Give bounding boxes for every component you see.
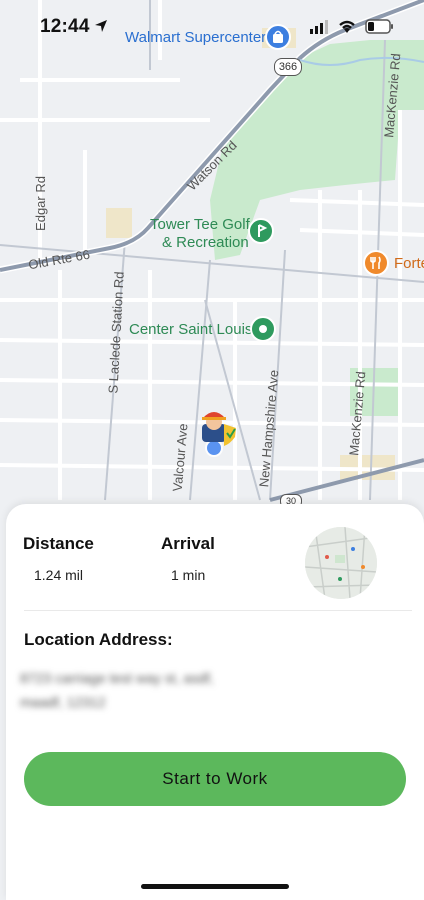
restaurant-pin-icon[interactable] bbox=[363, 250, 389, 281]
worker-location-icon[interactable] bbox=[194, 406, 240, 463]
address-line-1: 8723 carriage test way st, asdf, bbox=[20, 670, 214, 686]
golf-pin-icon[interactable] bbox=[248, 218, 274, 249]
location-arrow-icon bbox=[94, 19, 108, 38]
route-366-shield: 366 bbox=[274, 58, 302, 76]
tower-tee-label-line2: & Recreation bbox=[162, 234, 249, 251]
wifi-icon bbox=[337, 18, 357, 39]
address-line-2: maadf, 12312 bbox=[20, 694, 106, 710]
location-address-label: Location Address: bbox=[24, 630, 173, 649]
map[interactable] bbox=[0, 0, 424, 560]
walmart-label: Walmart Supercenter bbox=[125, 29, 267, 46]
home-indicator[interactable] bbox=[141, 884, 289, 889]
map-thumbnail[interactable] bbox=[305, 527, 377, 599]
tower-tee-label-line1: Tower Tee Golf bbox=[150, 216, 250, 233]
distance-value: 1.24 mil bbox=[34, 567, 84, 583]
forte-label: Forte bbox=[394, 255, 424, 272]
cellular-signal-icon bbox=[310, 20, 330, 39]
battery-icon bbox=[365, 19, 395, 39]
status-time: 12:44 bbox=[40, 16, 90, 37]
place-pin-icon[interactable] bbox=[250, 316, 276, 347]
distance-label: Distance bbox=[23, 534, 94, 553]
trip-details-sheet: Distance 1.24 mil Arrival 1 min Location… bbox=[6, 504, 424, 900]
shopping-bag-pin-icon[interactable] bbox=[265, 24, 291, 55]
edgar-rd-label: Edgar Rd bbox=[32, 176, 48, 231]
arrival-value: 1 min bbox=[171, 567, 206, 583]
start-to-work-button[interactable]: Start to Work bbox=[24, 752, 406, 806]
sheet-divider bbox=[24, 610, 412, 611]
arrival-label: Arrival bbox=[161, 534, 215, 553]
screen: 12:44 Walmart Supercenter 366 Watson Rd … bbox=[0, 0, 424, 900]
center-st-louis-label: Center Saint Louis bbox=[129, 321, 253, 338]
location-address-value: 8723 carriage test way st, asdf, maadf, … bbox=[20, 666, 300, 714]
